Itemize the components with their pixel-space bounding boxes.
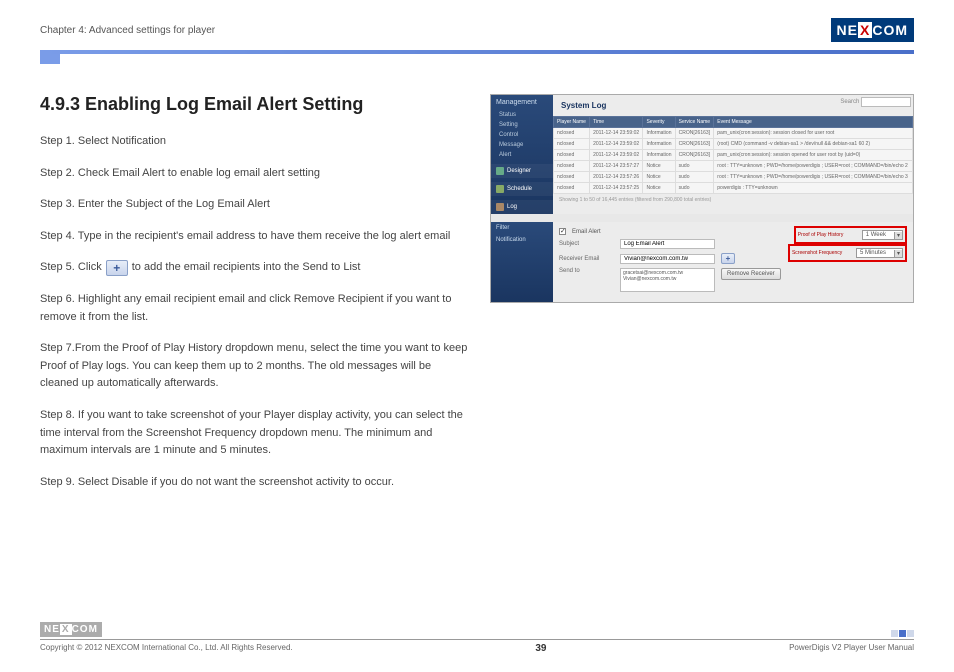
footer-squares-icon	[891, 630, 914, 637]
step-9: Step 9. Select Disable if you do not wan…	[40, 474, 470, 492]
ss-pop-label: Proof of Play History	[798, 232, 858, 238]
header-bar: Chapter 4: Advanced settings for player …	[40, 18, 914, 48]
page-number: 39	[535, 643, 546, 654]
nexcom-logo: NEXCOM	[831, 18, 914, 42]
designer-icon	[496, 167, 504, 175]
ss-subject-label: Subject	[559, 241, 614, 247]
ss-freq-dropdown[interactable]: 5 Minutes▾	[856, 248, 903, 258]
step-5a: Step 5. Click	[40, 259, 102, 277]
ss-main: Search System Log Player Name Time Sever…	[553, 95, 913, 214]
ss-search-input[interactable]	[861, 97, 911, 107]
log-icon	[496, 203, 504, 211]
th-time[interactable]: Time	[590, 117, 643, 128]
ss-freq-label: Screenshot Frequency	[792, 250, 852, 256]
ss-bottom-sidebar: Filter Notification	[491, 222, 553, 302]
ss-email-alert-label: Email Alert	[572, 229, 601, 235]
step-8: Step 8. If you want to take screenshot o…	[40, 407, 470, 460]
ss-section-designer[interactable]: Designer	[491, 164, 553, 178]
header-tab	[40, 54, 60, 64]
ss-section-log[interactable]: Log	[491, 200, 553, 214]
ss-proof-of-play-highlight: Proof of Play History 1 Week▾	[794, 226, 907, 244]
table-row[interactable]: nclosed2011-12-14 23:57:26Noticesudoroot…	[554, 172, 913, 183]
step-5: Step 5. Click + to add the email recipie…	[40, 259, 470, 277]
schedule-icon	[496, 185, 504, 193]
ss-receiver-input[interactable]	[620, 254, 715, 264]
ss-sendto-list[interactable]: gracetsai@nexcom.com.tw Vivian@nexcom.co…	[620, 268, 715, 292]
add-recipient-icon: +	[106, 260, 128, 276]
chapter-label: Chapter 4: Advanced settings for player	[40, 25, 215, 36]
page-footer: NEXCOM Copyright © 2012 NEXCOM Internati…	[40, 622, 914, 654]
ss-sendto-label: Send to	[559, 268, 614, 274]
ss-pop-dropdown[interactable]: 1 Week▾	[862, 230, 903, 240]
ss-section-schedule[interactable]: Schedule	[491, 182, 553, 196]
chevron-down-icon: ▾	[894, 250, 902, 257]
th-service[interactable]: Service Name	[675, 117, 714, 128]
th-event[interactable]: Event Message	[714, 117, 913, 128]
th-player[interactable]: Player Name	[554, 117, 590, 128]
ss-menu-alert[interactable]: Alert	[491, 150, 553, 160]
ss-email-alert-checkbox[interactable]	[559, 228, 566, 235]
ss-filter[interactable]: Filter	[491, 222, 553, 234]
app-screenshot: Management Status Setting Control Messag…	[490, 94, 914, 303]
copyright: Copyright © 2012 NEXCOM International Co…	[40, 643, 293, 654]
ss-notification[interactable]: Notification	[491, 234, 553, 246]
header-rule	[40, 50, 914, 54]
step-7: Step 7.From the Proof of Play History dr…	[40, 340, 470, 393]
ss-remove-receiver-button[interactable]: Remove Receiver	[721, 268, 781, 280]
ss-log-table: Player Name Time Severity Service Name E…	[553, 116, 913, 194]
step-2: Step 2. Check Email Alert to enable log …	[40, 165, 470, 183]
ss-sidebar: Management Status Setting Control Messag…	[491, 95, 553, 214]
table-row[interactable]: nclosed2011-12-14 23:57:25Noticesudopowe…	[554, 183, 913, 194]
section-title: 4.9.3 Enabling Log Email Alert Setting	[40, 94, 470, 115]
logo-ne: NE	[837, 22, 858, 38]
step-4: Step 4. Type in the recipient's email ad…	[40, 228, 470, 246]
ss-menu-control[interactable]: Control	[491, 130, 553, 140]
ss-menu-setting[interactable]: Setting	[491, 120, 553, 130]
ss-menu-message[interactable]: Message	[491, 140, 553, 150]
instructions-column: 4.9.3 Enabling Log Email Alert Setting S…	[40, 94, 470, 505]
ss-screenshot-freq-highlight: Screenshot Frequency 5 Minutes▾	[788, 244, 907, 262]
table-row[interactable]: nclosed2011-12-14 23:59:02InformationCRO…	[554, 128, 913, 139]
table-row[interactable]: nclosed2011-12-14 23:59:02InformationCRO…	[554, 139, 913, 150]
table-row[interactable]: nclosed2011-12-14 23:57:27Noticesudoroot…	[554, 161, 913, 172]
th-severity[interactable]: Severity	[643, 117, 675, 128]
logo-com: COM	[872, 22, 908, 38]
step-5b: to add the email recipients into the Sen…	[132, 259, 361, 277]
ss-management-header: Management	[491, 95, 553, 110]
ss-menu-status[interactable]: Status	[491, 110, 553, 120]
footer-logo: NEXCOM	[40, 622, 102, 637]
manual-name: PowerDigis V2 Player User Manual	[789, 643, 914, 654]
logo-x: X	[858, 22, 872, 38]
chevron-down-icon: ▾	[894, 232, 902, 239]
ss-subject-input[interactable]	[620, 239, 715, 249]
step-6: Step 6. Highlight any email recipient em…	[40, 291, 470, 326]
step-3: Step 3. Enter the Subject of the Log Ema…	[40, 196, 470, 214]
table-row[interactable]: nclosed2011-12-14 23:59:02InformationCRO…	[554, 150, 913, 161]
ss-search: Search	[838, 95, 913, 109]
ss-table-footer: Showing 1 to 50 of 16,445 entries (filte…	[553, 194, 913, 206]
ss-add-recipient-button[interactable]: +	[721, 253, 735, 264]
ss-notification-panel: Email Alert Subject Receiver Email +	[553, 222, 913, 302]
step-1: Step 1. Select Notification	[40, 133, 470, 151]
ss-receiver-label: Receiver Email	[559, 256, 614, 262]
